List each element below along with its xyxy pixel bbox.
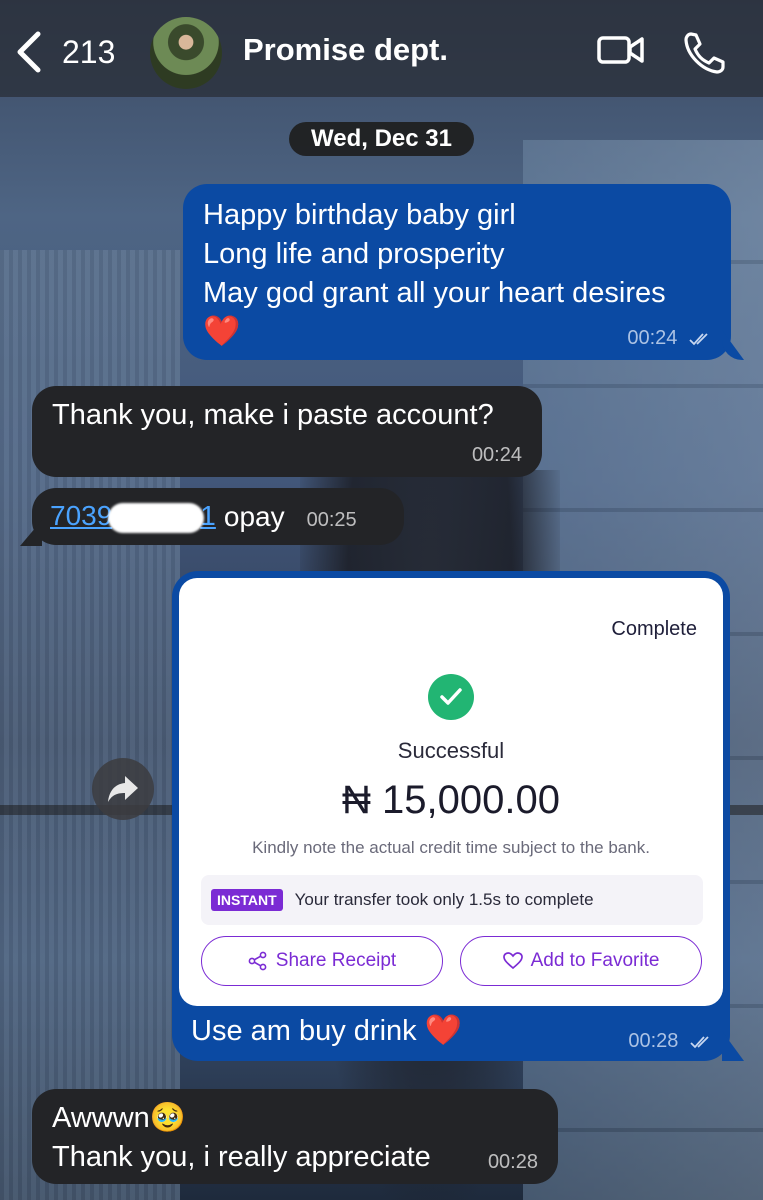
avatar[interactable] — [150, 17, 222, 89]
back-button[interactable]: 213 — [14, 30, 115, 74]
share-receipt-button[interactable]: Share Receipt — [201, 936, 443, 986]
date-separator: Wed, Dec 31 — [289, 122, 474, 156]
message-bubble-incoming[interactable]: Awwwn🥹 Thank you, i really appreciate 00… — [32, 1089, 558, 1184]
message-line: May god grant all your heart desires — [203, 277, 666, 309]
message-time: 00:28 — [487, 1151, 538, 1173]
message-line: Long life and prosperity — [203, 238, 505, 270]
message-bubble-outgoing[interactable]: Complete Successful ₦ 15,000.00 Kindly n… — [172, 571, 730, 1061]
account-number-link[interactable]: 7039 1 — [50, 500, 216, 533]
message-bubble-outgoing[interactable]: Happy birthday baby girl Long life and p… — [183, 184, 731, 360]
forward-button[interactable] — [92, 758, 154, 820]
check-circle-icon — [428, 674, 474, 720]
receipt-status: Successful — [397, 738, 505, 763]
voice-call-button[interactable] — [682, 30, 728, 76]
heart-emoji-icon: ❤️ — [203, 315, 241, 348]
message-line: Happy birthday baby girl — [203, 199, 516, 231]
heart-outline-icon — [502, 952, 523, 970]
heart-emoji-icon: ❤️ — [424, 1014, 463, 1047]
receipt-image[interactable]: Complete Successful ₦ 15,000.00 Kindly n… — [179, 578, 723, 1006]
message-time: 00:24 — [627, 327, 711, 350]
instant-badge: INSTANT — [211, 889, 283, 911]
receipt-note: Kindly note the actual credit time subje… — [252, 838, 650, 857]
double-check-icon — [689, 333, 708, 346]
instant-text: Your transfer took only 1.5s to complete — [294, 890, 594, 909]
message-time: 00:24 — [471, 444, 522, 466]
share-receipt-label: Share Receipt — [275, 950, 397, 971]
receipt-complete-label: Complete — [611, 618, 697, 640]
chat-header: 213 Promise dept. — [0, 0, 763, 97]
message-time: 00:25 — [306, 509, 357, 531]
phone-icon — [684, 32, 725, 74]
video-call-button[interactable] — [596, 30, 646, 70]
message-caption: Use am buy drink ❤️ — [191, 1014, 463, 1047]
message-line: Awwwn🥹 — [52, 1102, 186, 1134]
chevron-left-icon — [17, 31, 41, 73]
message-line: Thank you, i really appreciate — [52, 1141, 431, 1173]
contact-name[interactable]: Promise dept. — [243, 32, 448, 68]
instant-transfer-banner: INSTANT Your transfer took only 1.5s to … — [201, 875, 703, 925]
receipt-amount: ₦ 15,000.00 — [342, 778, 560, 822]
video-camera-icon — [597, 36, 644, 64]
message-bubble-incoming[interactable]: Thank you, make i paste account? 00:24 — [32, 386, 542, 477]
redaction-scribble — [108, 502, 205, 533]
unread-count: 213 — [62, 33, 116, 70]
message-bubble-incoming[interactable]: 7039 1 opay 00:25 — [32, 488, 404, 545]
message-time: 00:28 — [628, 1030, 712, 1053]
share-icon — [248, 951, 267, 971]
message-text: Thank you, make i paste account? — [52, 399, 494, 431]
forward-arrow-icon — [108, 776, 138, 802]
double-check-icon — [690, 1036, 709, 1049]
add-to-favorite-label: Add to Favorite — [530, 950, 660, 971]
add-to-favorite-button[interactable]: Add to Favorite — [460, 936, 702, 986]
message-text: opay — [223, 500, 285, 532]
